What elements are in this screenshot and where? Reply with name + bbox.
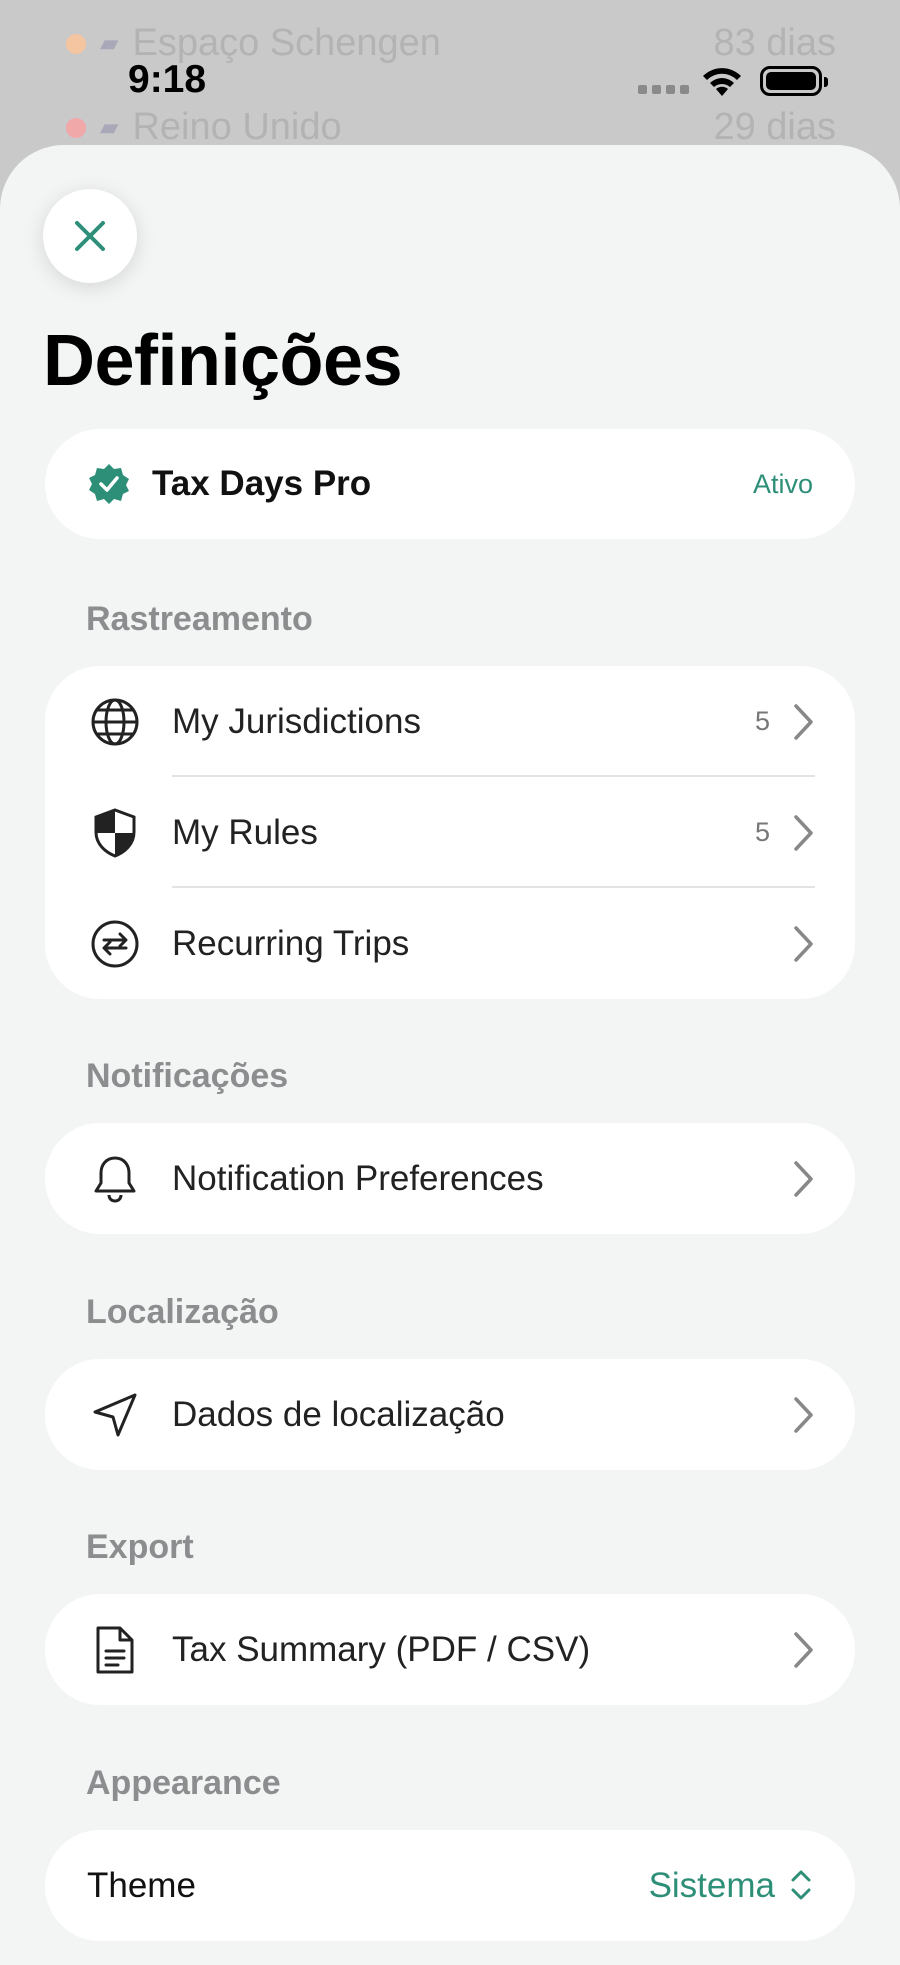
wifi-icon <box>703 68 741 96</box>
notifications-card: Notification Preferences <box>45 1123 855 1234</box>
row-label: My Jurisdictions <box>172 701 421 741</box>
row-my-jurisdictions[interactable]: My Jurisdictions 5 <box>45 666 855 777</box>
chevron-right-icon <box>794 926 813 962</box>
row-label: Dados de localização <box>172 1394 505 1434</box>
settings-sheet: Definições Tax Days Pro Ativo Rastreamen… <box>0 145 900 1965</box>
theme-value[interactable]: Sistema <box>649 1866 775 1906</box>
section-header-location: Localização <box>86 1293 279 1331</box>
section-header-notifications: Notificações <box>86 1057 289 1095</box>
chevron-right-icon <box>794 1397 813 1433</box>
cellular-signal-icon <box>638 85 689 94</box>
section-header-tracking: Rastreamento <box>86 600 313 638</box>
chevron-up-down-icon <box>791 1870 811 1900</box>
document-icon <box>87 1622 143 1678</box>
globe-icon <box>87 694 143 750</box>
status-time: 9:18 <box>128 58 207 101</box>
location-card: Dados de localização <box>45 1359 855 1470</box>
subscription-card[interactable]: Tax Days Pro Ativo <box>45 429 855 539</box>
row-tax-summary[interactable]: Tax Summary (PDF / CSV) <box>45 1594 855 1705</box>
bell-icon <box>87 1151 143 1207</box>
section-header-export: Export <box>86 1528 194 1566</box>
chevron-right-icon <box>794 704 813 740</box>
row-recurring-trips[interactable]: Recurring Trips <box>45 888 855 999</box>
row-label: Recurring Trips <box>172 923 410 963</box>
row-my-rules[interactable]: My Rules 5 <box>45 777 855 888</box>
row-label: Tax Summary (PDF / CSV) <box>172 1629 591 1669</box>
row-count: 5 <box>754 817 770 847</box>
location-arrow-icon <box>87 1387 143 1443</box>
subscription-status: Ativo <box>752 468 813 499</box>
page-title: Definições <box>43 321 403 401</box>
row-count: 5 <box>754 706 770 736</box>
row-location-data[interactable]: Dados de localização <box>45 1359 855 1470</box>
subscription-name: Tax Days Pro <box>152 464 372 503</box>
section-header-appearance: Appearance <box>86 1764 281 1802</box>
row-label: Notification Preferences <box>172 1158 544 1198</box>
tracking-card: My Jurisdictions 5 My Rules 5 Recurring … <box>45 666 855 999</box>
chevron-right-icon <box>794 815 813 851</box>
theme-picker-row[interactable]: Theme Sistema <box>45 1830 855 1941</box>
theme-label: Theme <box>87 1865 196 1905</box>
appearance-card: Theme Sistema <box>45 1830 855 1941</box>
chevron-right-icon <box>794 1161 813 1197</box>
chevron-right-icon <box>794 1632 813 1668</box>
battery-icon <box>760 66 828 96</box>
shield-icon <box>87 805 143 861</box>
export-card: Tax Summary (PDF / CSV) <box>45 1594 855 1705</box>
status-bar: 9:18 <box>0 0 900 150</box>
recurring-icon <box>87 916 143 972</box>
close-icon <box>75 221 105 251</box>
close-button[interactable] <box>43 189 137 283</box>
verified-badge-icon <box>89 464 129 504</box>
row-label: My Rules <box>172 812 318 852</box>
row-notification-preferences[interactable]: Notification Preferences <box>45 1123 855 1234</box>
